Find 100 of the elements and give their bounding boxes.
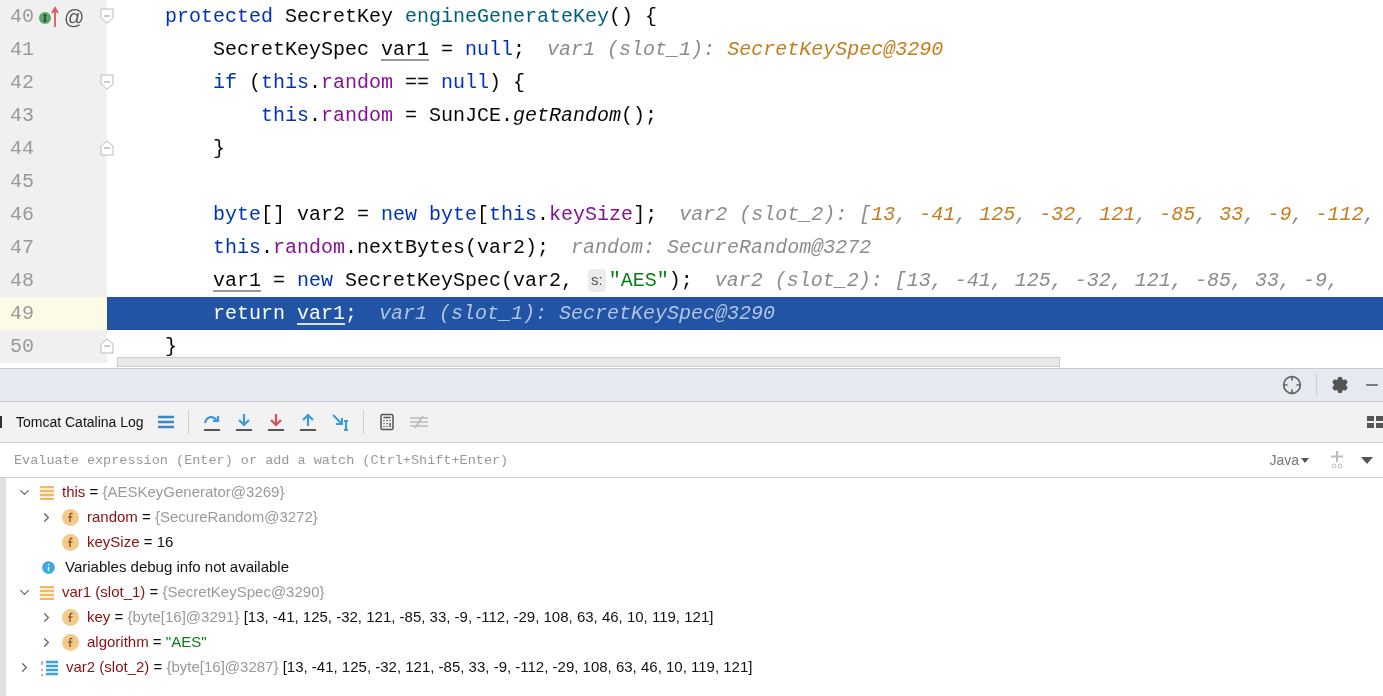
fold-marker-icon[interactable] [100,74,114,90]
code-token: SecretKey [285,3,395,30]
evaluate-expression-field[interactable]: Evaluate expression (Enter) or add a watch (Ctrl+Shift+Enter) [14,443,1270,477]
code-token: == [404,69,431,96]
code-token: getRandom [513,102,622,129]
code-token: this [213,234,261,261]
code-token: ); [668,267,693,294]
step-out-icon[interactable] [298,413,317,431]
code-token: = [440,36,455,63]
code-token: engineGenerateKey [405,3,610,30]
inline-value-hint: var1 (slot_1): SecretKeySpec@3290 [379,300,776,327]
field-icon [62,509,79,526]
line-number: 44 [10,135,34,162]
variable-entry: var2 (slot_2) = {byte[16]@3287} [13, -41, 125, -32, 121, -85, 33, -9, -112, -29, 108, 63, 46, 10, 119, 121] [66,657,753,678]
line-number: 46 [10,201,34,228]
code-token: [ [477,201,490,228]
fold-marker-icon[interactable] [100,338,114,354]
variable-entry: keySize = 16 [87,532,174,553]
code-token: if [213,69,238,96]
code-token: . [537,201,550,228]
code-token: var1 [213,267,261,294]
inline-value-hint: var2 (slot_2): [13, -41, 125, -32, 121, -85, 33, -9, -112, [679,201,1376,228]
info-message: Variables debug info not available [65,557,290,578]
locate-icon[interactable] [1282,375,1302,395]
line-number: 41 [10,36,34,63]
code-token: ; [513,36,526,63]
code-token: null [441,69,490,96]
force-step-into-icon[interactable] [266,413,285,431]
implements-icon[interactable] [38,5,60,28]
code-token: .nextBytes(var2); [345,234,550,261]
code-token: () { [609,3,658,30]
code-token: random [273,234,346,261]
console-tab[interactable]: Tomcat Catalina Log [16,411,144,433]
line-number: 49 [10,300,34,327]
line-number: 45 [10,168,34,195]
code-token: protected [165,3,275,30]
object-icon [40,585,54,600]
run-to-cursor-icon[interactable] [330,413,349,431]
code-token: (); [621,102,658,129]
variable-entry: random = {SecureRandom@3272} [87,507,318,528]
code-token: "AES" [608,267,669,294]
code-token: SecretKeySpec [213,36,371,63]
code-token: ]; [633,201,658,228]
code-token: ) { [489,69,526,96]
parameter-hint: s: [588,269,606,292]
field-icon [62,534,79,551]
code-token: . [261,234,274,261]
code-token: var1 [297,300,346,327]
code-token: random [321,102,394,129]
calculator-icon[interactable] [377,413,396,431]
line-number: 43 [10,102,34,129]
horizontal-scrollbar[interactable] [117,357,1060,367]
language-dropdown[interactable]: Java [1269,449,1309,471]
variable-entry: algorithm = "AES" [87,632,207,653]
code-token: = SunJCE. [404,102,514,129]
code-token: keySize [549,201,634,228]
dropdown-icon[interactable] [1361,456,1373,464]
code-token: ; [345,300,358,327]
code-token: = [272,267,287,294]
code-token: } [165,333,177,360]
fold-marker-icon[interactable] [100,8,114,24]
line-number: 42 [10,69,34,96]
code-token: new [297,267,335,294]
inline-value-hint: var1 (slot_1): SecretKeySpec@3290 [547,36,944,63]
code-token: } [213,135,225,162]
inline-value-hint: var2 (slot_2): [13, -41, 125, -32, 121, -85, 33, -9, [714,267,1339,294]
code-token: SecretKeySpec(var2, [345,267,575,294]
line-number: 47 [10,234,34,261]
step-into-icon[interactable] [234,413,253,431]
code-token: . [309,102,322,129]
line-number: 40 [10,3,34,30]
code-token: this [489,201,538,228]
code-token: new byte [381,201,478,228]
line-number: 48 [10,267,34,294]
info-icon [40,559,57,576]
step-over-icon[interactable] [202,413,221,431]
code-token: this [261,69,310,96]
annotation-marker[interactable]: @ [64,6,85,27]
code-token: [] var2 = [261,201,371,228]
field-icon [62,609,79,626]
code-token: byte [213,201,261,228]
code-token: ( [249,69,262,96]
variable-entry: var1 (slot_1) = {SecretKeySpec@3290} [62,582,325,603]
line-number: 50 [10,333,34,360]
settings-icon[interactable] [1331,376,1349,394]
code-token: . [309,69,322,96]
code-token: return [213,300,286,327]
code-token: null [465,36,514,63]
code-token: random [321,69,394,96]
code-token: var1 [381,36,430,63]
field-icon [62,634,79,651]
layout-icon[interactable] [1367,415,1383,429]
array-icon [40,659,58,676]
list-icon[interactable] [157,415,174,429]
object-icon [40,485,54,500]
fold-marker-icon[interactable] [100,140,114,156]
variable-entry: this = {AESKeyGenerator@3269} [62,482,285,503]
variable-entry: key = {byte[16]@3291} [13, -41, 125, -32, 121, -85, 33, -9, -112, -29, 108, 63, 46, 10, 119, 121] [87,607,714,628]
caret-icon [1301,457,1309,463]
code-token: this [261,102,309,129]
